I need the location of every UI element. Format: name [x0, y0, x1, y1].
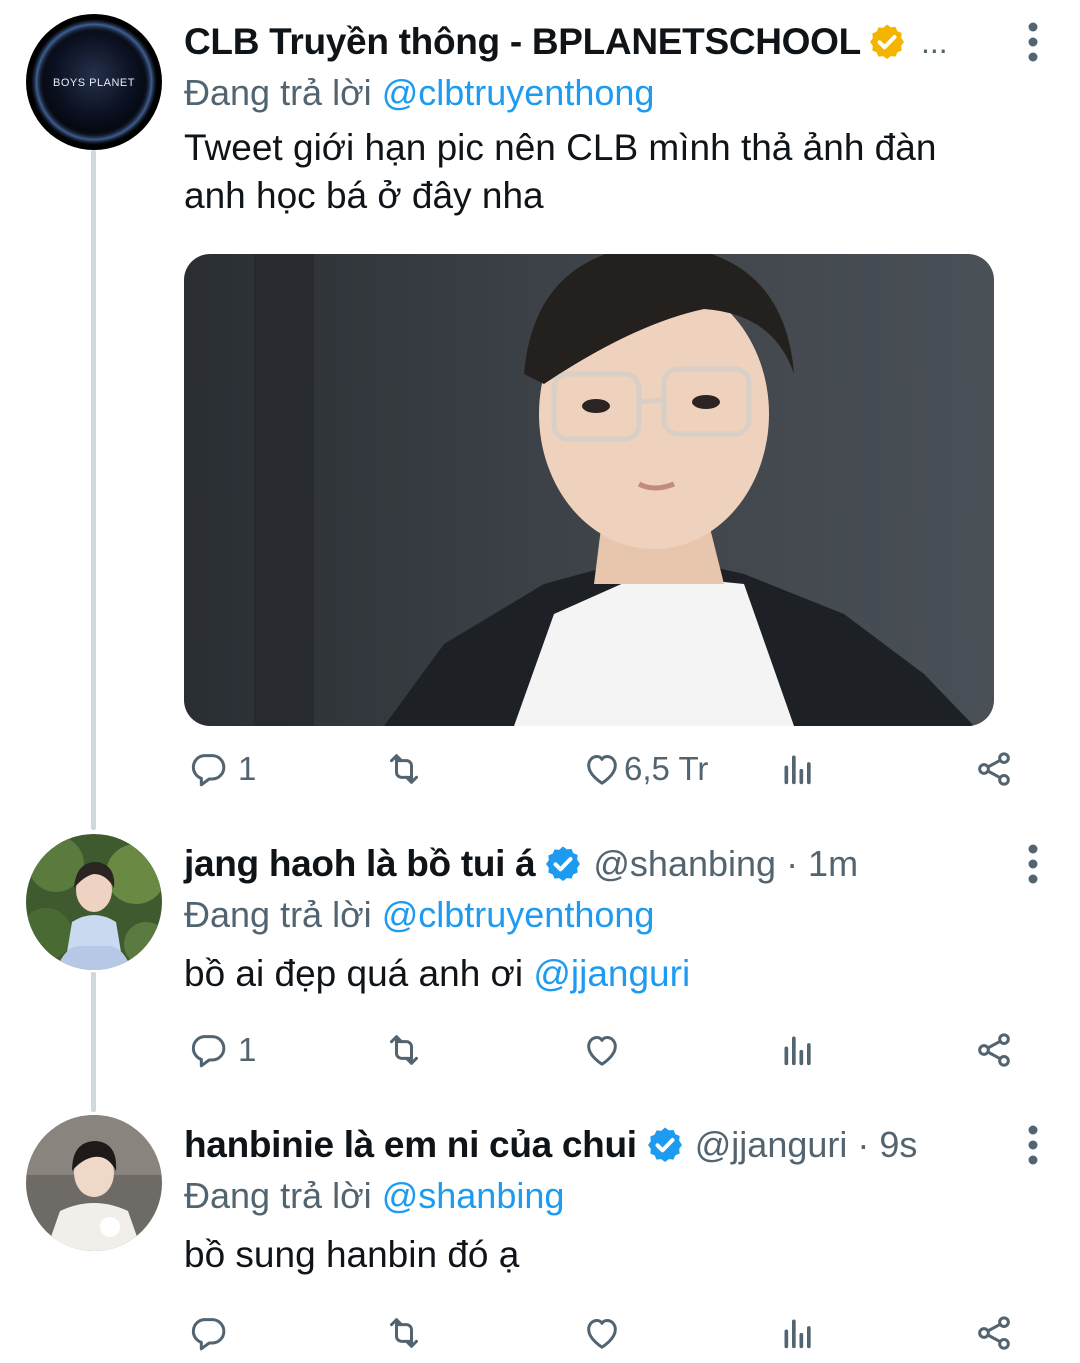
like-icon — [587, 1036, 617, 1066]
replying-to: Đang trả lời @clbtruyenthong — [184, 892, 1040, 938]
reply-count: 1 — [238, 1031, 257, 1068]
user-handle[interactable]: @shanbing — [593, 843, 776, 885]
photo-image — [184, 254, 994, 726]
display-name[interactable]: CLB Truyền thông - BPLANETSCHOOL — [184, 21, 861, 63]
share-icon — [978, 1316, 1010, 1350]
avatar[interactable] — [26, 1115, 162, 1251]
tweet-photo[interactable] — [184, 254, 994, 726]
avatar[interactable] — [26, 834, 162, 970]
tweet[interactable]: BOYS PLANET CLB Truyền thông - BPLANETSC… — [0, 14, 1080, 814]
share-button[interactable] — [974, 747, 1014, 791]
tweet[interactable]: hanbinie là em ni của chui @jjanguri · 9… — [0, 1115, 1080, 1363]
tweet-mention-link[interactable]: @jjanguri — [533, 953, 690, 994]
tweet-text: bồ ai đẹp quá anh ơi @jjanguri — [184, 950, 1040, 998]
tweet-header: CLB Truyền thông - BPLANETSCHOOL ... — [184, 18, 1040, 66]
retweet-icon — [390, 1318, 418, 1348]
avatar-image — [26, 1115, 162, 1251]
replying-to-label: Đang trả lời — [184, 72, 372, 113]
tweet-actions: 1 6,5 Tr — [184, 747, 1024, 791]
tweet-header: hanbinie là em ni của chui @jjanguri · 9… — [184, 1121, 1040, 1169]
verified-badge-icon — [647, 1127, 682, 1162]
share-icon — [978, 1033, 1010, 1067]
replying-to-label: Đang trả lời — [184, 1175, 372, 1216]
like-button[interactable] — [582, 1028, 622, 1072]
replying-to: Đang trả lời @shanbing — [184, 1173, 1040, 1219]
reply-button[interactable]: 1 — [188, 1028, 256, 1072]
replying-to-label: Đang trả lời — [184, 894, 372, 935]
user-handle[interactable]: @jjanguri — [695, 1124, 848, 1166]
display-name[interactable]: hanbinie là em ni của chui — [184, 1124, 637, 1166]
tweet-text: Tweet giới hạn pic nên CLB mình thả ảnh … — [184, 127, 937, 216]
reply-button[interactable] — [188, 1311, 228, 1355]
retweet-button[interactable] — [384, 747, 424, 791]
timestamp[interactable]: · 1m — [786, 843, 858, 885]
views-button[interactable] — [778, 747, 818, 791]
reply-icon — [191, 754, 226, 787]
like-icon — [587, 755, 617, 785]
reply-count: 1 — [238, 750, 257, 787]
replying-to-link[interactable]: @clbtruyenthong — [382, 72, 655, 113]
like-button[interactable] — [582, 1311, 622, 1355]
tweet-actions — [184, 1311, 1024, 1355]
tweet-actions: 1 — [184, 1028, 1024, 1072]
retweet-button[interactable] — [384, 1028, 424, 1072]
more-icon[interactable] — [1026, 842, 1040, 886]
retweet-icon — [390, 754, 418, 784]
like-button[interactable]: 6,5 Tr — [582, 747, 708, 791]
verified-badge-icon — [546, 846, 581, 881]
timestamp[interactable]: · 9s — [857, 1124, 917, 1166]
retweet-button[interactable] — [384, 1311, 424, 1355]
reply-icon — [191, 1318, 226, 1351]
views-icon — [784, 1036, 811, 1066]
reply-button[interactable]: 1 — [188, 747, 256, 791]
more-icon[interactable] — [1026, 1123, 1040, 1167]
truncation-ellipsis: ... — [920, 23, 948, 60]
reply-icon — [191, 1035, 226, 1068]
views-button[interactable] — [778, 1311, 818, 1355]
verified-badge-icon — [869, 24, 904, 59]
replying-to-link[interactable]: @clbtruyenthong — [382, 894, 655, 935]
retweet-icon — [390, 1035, 418, 1065]
share-button[interactable] — [974, 1311, 1014, 1355]
tweet-header: jang haoh là bồ tui á @shanbing · 1m — [184, 840, 1040, 888]
avatar-image: BOYS PLANET — [26, 14, 162, 150]
tweet-text-body: bồ ai đẹp quá anh ơi — [184, 953, 524, 994]
avatar-image — [26, 834, 162, 970]
like-icon — [587, 1319, 617, 1349]
tweet-text: bồ sung hanbin đó ạ — [184, 1234, 520, 1275]
views-icon — [784, 1319, 811, 1349]
views-icon — [784, 755, 811, 785]
replying-to: Đang trả lời @clbtruyenthong — [184, 70, 1040, 116]
more-icon[interactable] — [1026, 20, 1040, 64]
views-button[interactable] — [778, 1028, 818, 1072]
share-icon — [978, 752, 1010, 786]
share-button[interactable] — [974, 1028, 1014, 1072]
tweet[interactable]: jang haoh là bồ tui á @shanbing · 1m Đan… — [0, 834, 1080, 1074]
display-name[interactable]: jang haoh là bồ tui á — [184, 843, 536, 885]
avatar-logo-text: BOYS PLANET — [53, 77, 135, 89]
replying-to-link[interactable]: @shanbing — [382, 1175, 565, 1216]
like-count: 6,5 Tr — [624, 750, 709, 787]
avatar[interactable]: BOYS PLANET — [26, 14, 162, 150]
